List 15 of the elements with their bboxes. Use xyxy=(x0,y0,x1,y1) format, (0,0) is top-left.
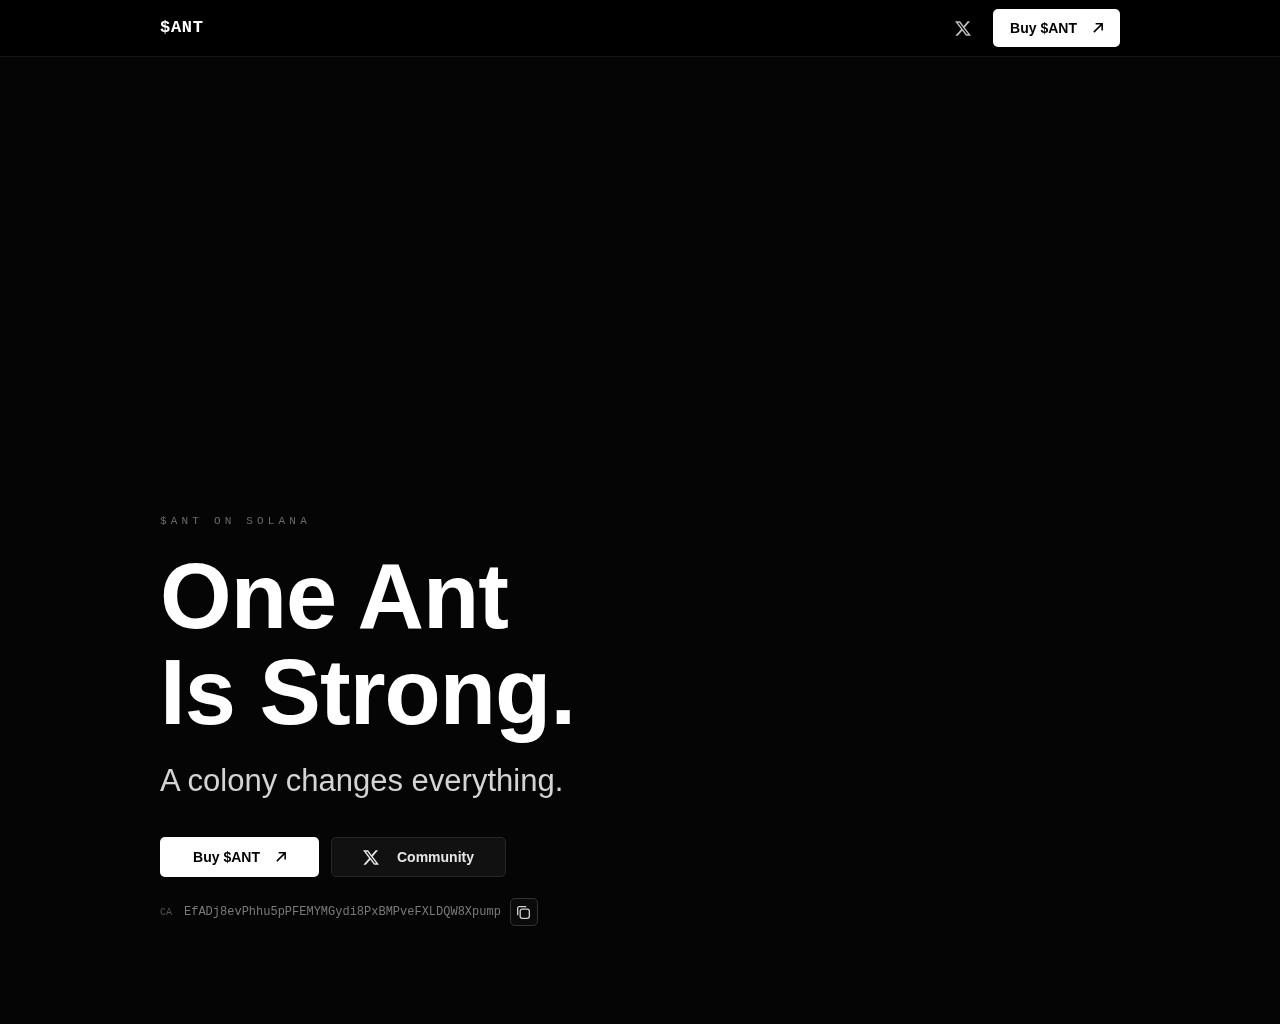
eyebrow-label: $ANT ON SOLANA xyxy=(160,514,311,528)
subtitle: A colony changes everything. xyxy=(160,762,564,800)
x-icon xyxy=(363,849,379,865)
contract-label: CA xyxy=(160,905,172,920)
buy-button[interactable]: Buy $ANT xyxy=(160,837,319,877)
community-button[interactable]: Community xyxy=(331,837,506,877)
copy-icon xyxy=(517,905,531,919)
contract-address: EfADj8evPhhu5pPFEMYMGydi8PxBMPveFXLDQW8Xpump xyxy=(184,904,501,921)
arrow-up-right-icon xyxy=(1092,23,1103,33)
logo[interactable]: $ANT xyxy=(160,15,204,41)
buy-button[interactable]: Buy $ANT xyxy=(993,9,1120,47)
headline: One Ant xyxy=(160,548,509,644)
arrow-up-right-icon xyxy=(275,852,286,862)
x-icon xyxy=(955,20,971,36)
copy-button[interactable] xyxy=(509,898,538,926)
